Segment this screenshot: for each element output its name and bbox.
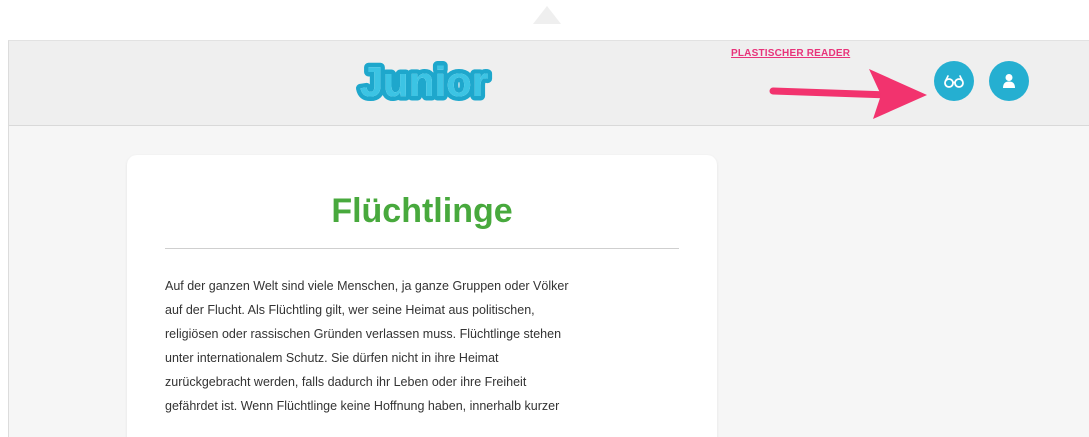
glasses-icon (944, 75, 964, 88)
user-icon (1003, 74, 1015, 88)
annotation-label: PLASTISCHER READER (731, 48, 851, 59)
article-line: auf der Flucht. Als Flüchtling gilt, wer… (165, 303, 535, 317)
article-card: Flüchtlinge Auf der ganzen Welt sind vie… (127, 155, 717, 437)
article-line: gefährdet ist. Wenn Flüchtlinge keine Ho… (165, 399, 560, 413)
screenshot-stage: Junior Junior PLASTISCHER READER Flüchtl… (0, 0, 1089, 437)
article-title: Flüchtlinge (331, 192, 513, 230)
junior-logo-graphic: Junior Junior (355, 54, 492, 110)
logo-text-fill: Junior (360, 58, 488, 105)
article-line: zurückgebracht werden, falls dadurch ihr… (165, 375, 527, 389)
profile-button[interactable] (989, 61, 1029, 101)
junior-logo[interactable]: Junior Junior (339, 51, 509, 111)
annotation-arrow-icon (769, 69, 927, 119)
article-line: unter internationalem Schutz. Sie dürfen… (165, 351, 499, 365)
reader-button[interactable] (934, 61, 974, 101)
popover-caret (533, 6, 561, 24)
title-divider (165, 248, 679, 249)
top-bar: Junior Junior PLASTISCHER READER (9, 41, 1089, 126)
article-body: Auf der ganzen Welt sind viele Menschen,… (165, 274, 685, 418)
article-line: Auf der ganzen Welt sind viele Menschen,… (165, 279, 569, 293)
app-window: Junior Junior PLASTISCHER READER Flüchtl… (8, 40, 1089, 437)
article-line: religiösen oder rassischen Gründen verla… (165, 327, 562, 341)
